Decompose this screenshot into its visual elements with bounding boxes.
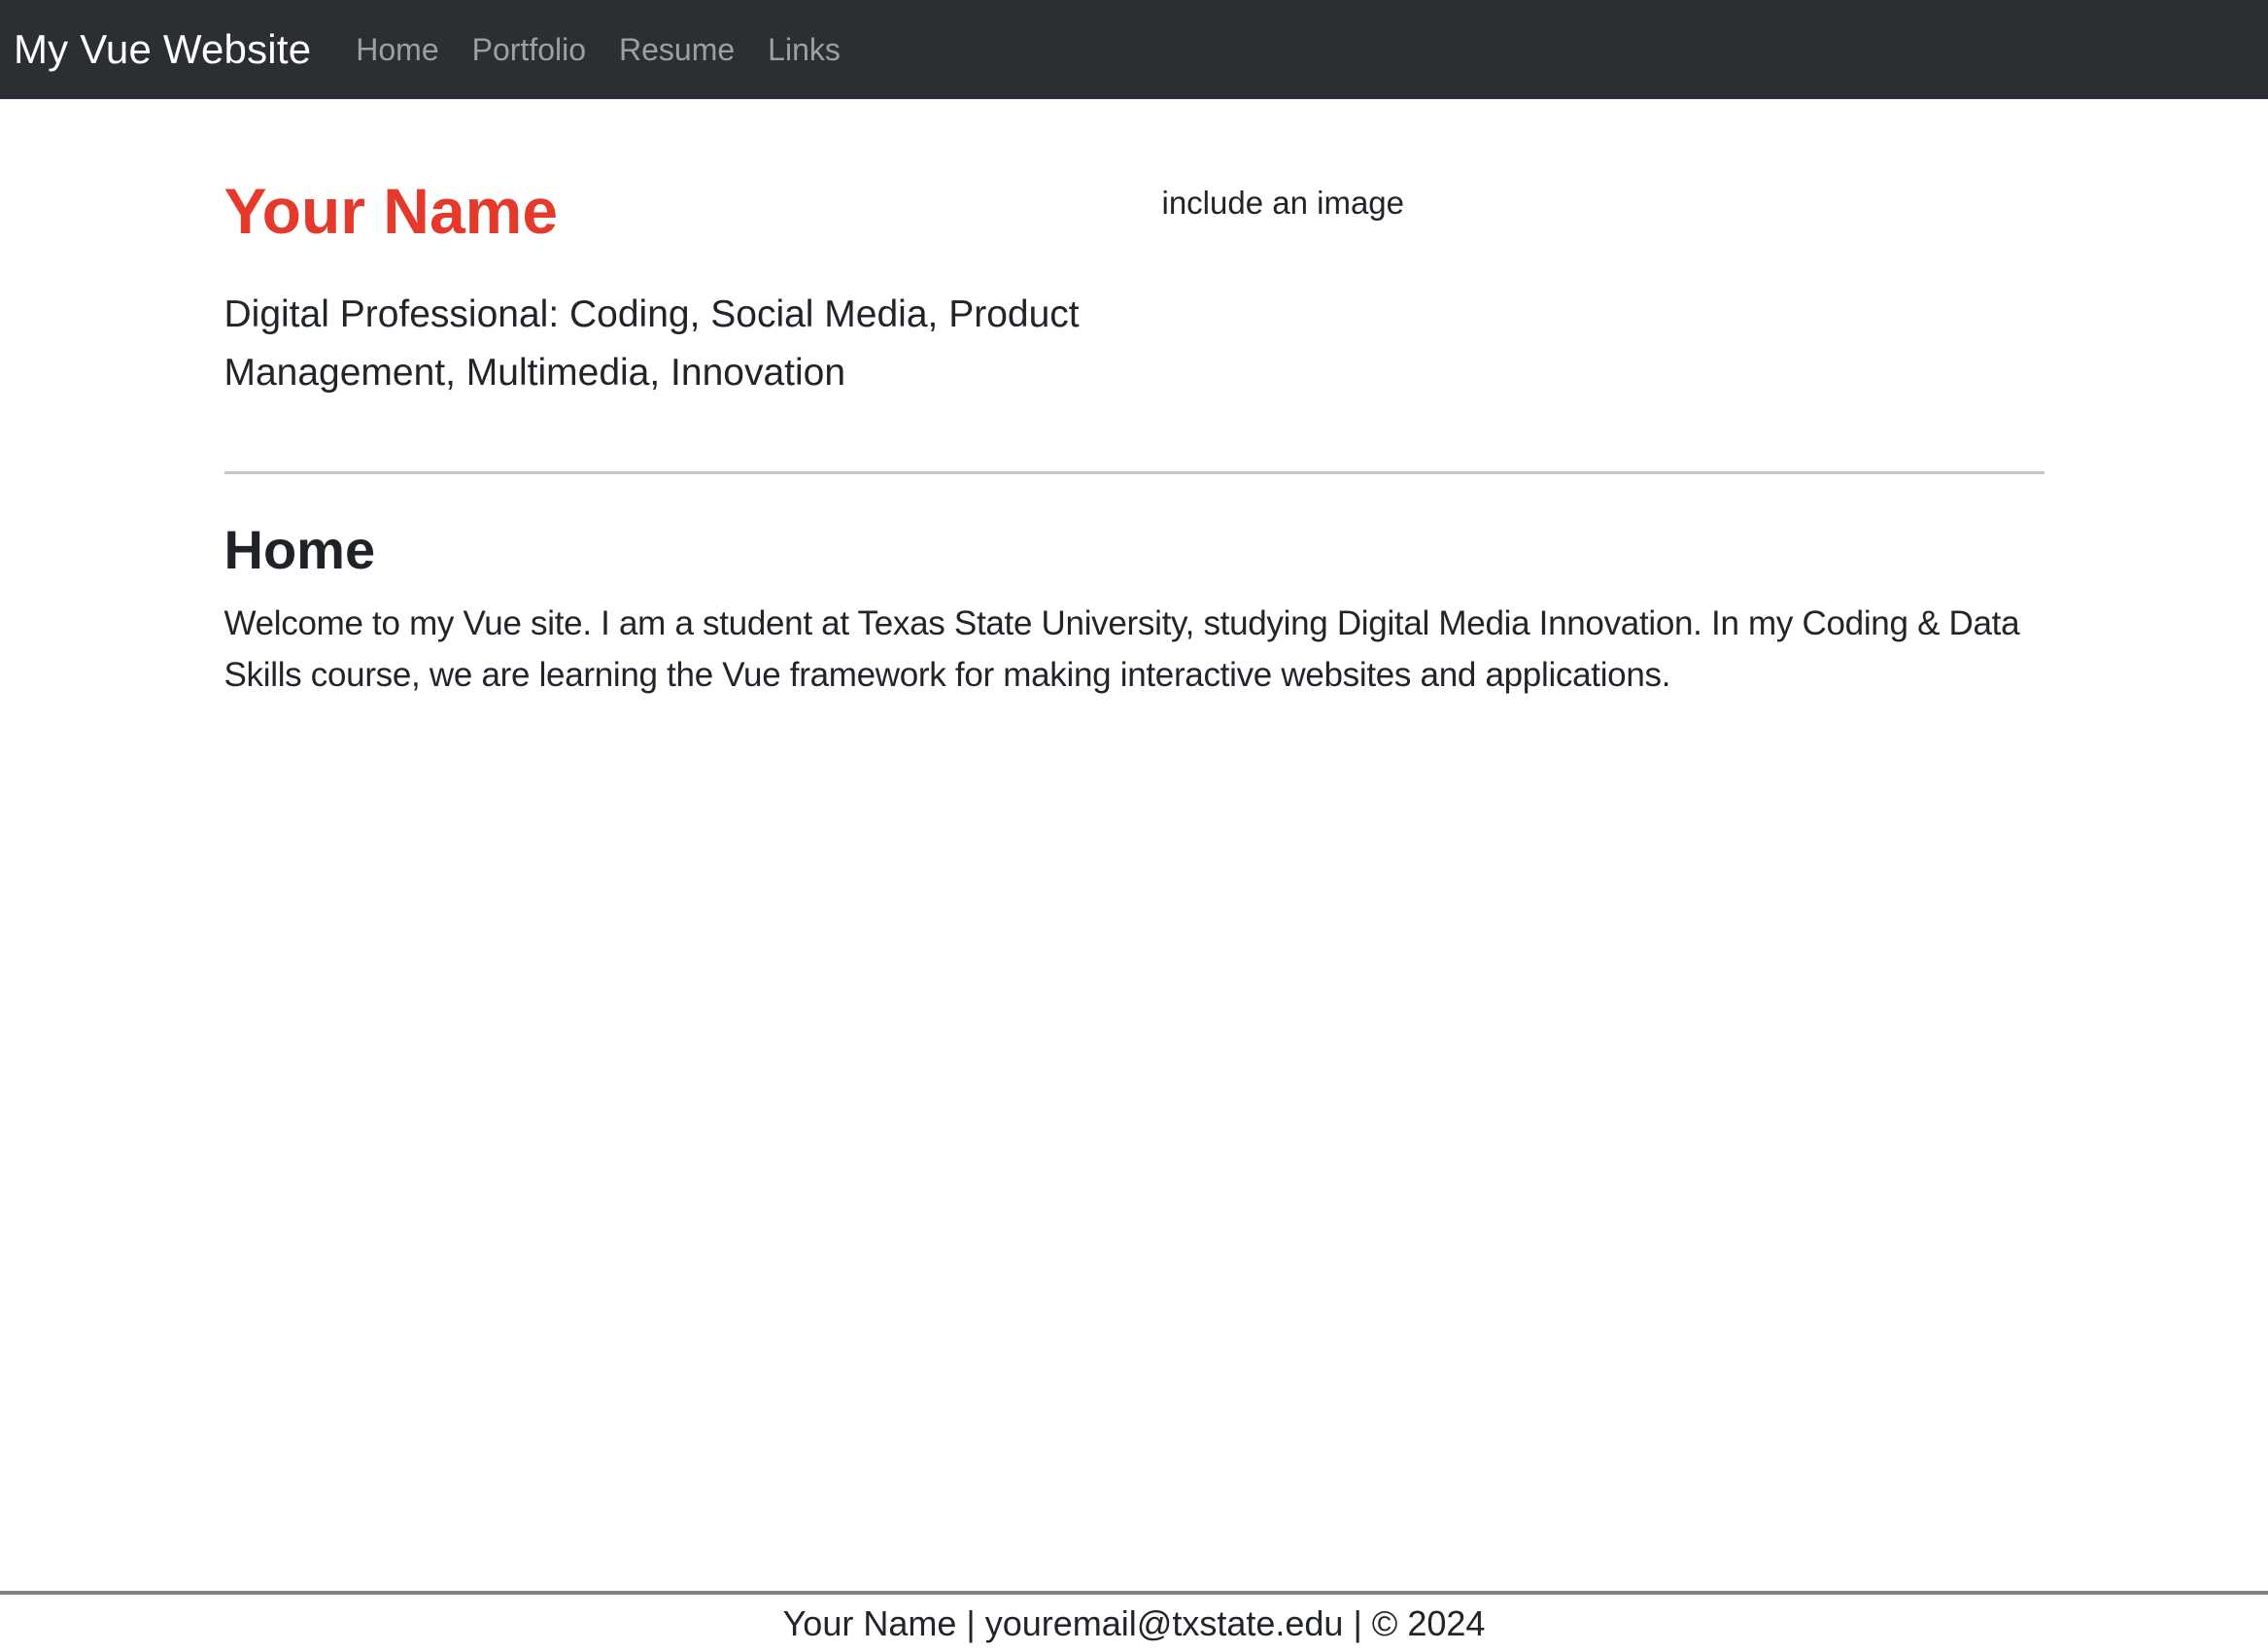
welcome-paragraph: Welcome to my Vue site. I am a student a… xyxy=(224,599,2045,701)
section-divider xyxy=(224,471,2045,474)
content-container: Your Name Digital Professional: Coding, … xyxy=(224,99,2045,701)
nav-item-links[interactable]: Links xyxy=(768,32,841,68)
profile-image-placeholder: include an image xyxy=(1162,185,1405,222)
main-content: Your Name Digital Professional: Coding, … xyxy=(0,99,2268,1591)
footer-text: Your Name | youremail@txstate.edu | © 20… xyxy=(783,1603,1486,1644)
home-section: Home Welcome to my Vue site. I am a stud… xyxy=(224,519,2045,701)
footer: Your Name | youremail@txstate.edu | © 20… xyxy=(0,1591,2268,1652)
nav-item-home[interactable]: Home xyxy=(356,32,438,68)
hero-name-heading: Your Name xyxy=(224,175,2045,249)
navbar-brand[interactable]: My Vue Website xyxy=(14,26,311,73)
hero-section: Your Name Digital Professional: Coding, … xyxy=(224,175,2045,403)
section-heading-home: Home xyxy=(224,519,2045,581)
nav-item-resume[interactable]: Resume xyxy=(619,32,735,68)
navbar: My Vue Website Home Portfolio Resume Lin… xyxy=(0,0,2268,99)
hero-subtitle: Digital Professional: Coding, Social Med… xyxy=(224,286,1274,403)
nav-links: Home Portfolio Resume Links xyxy=(356,32,874,68)
nav-item-portfolio[interactable]: Portfolio xyxy=(472,32,586,68)
